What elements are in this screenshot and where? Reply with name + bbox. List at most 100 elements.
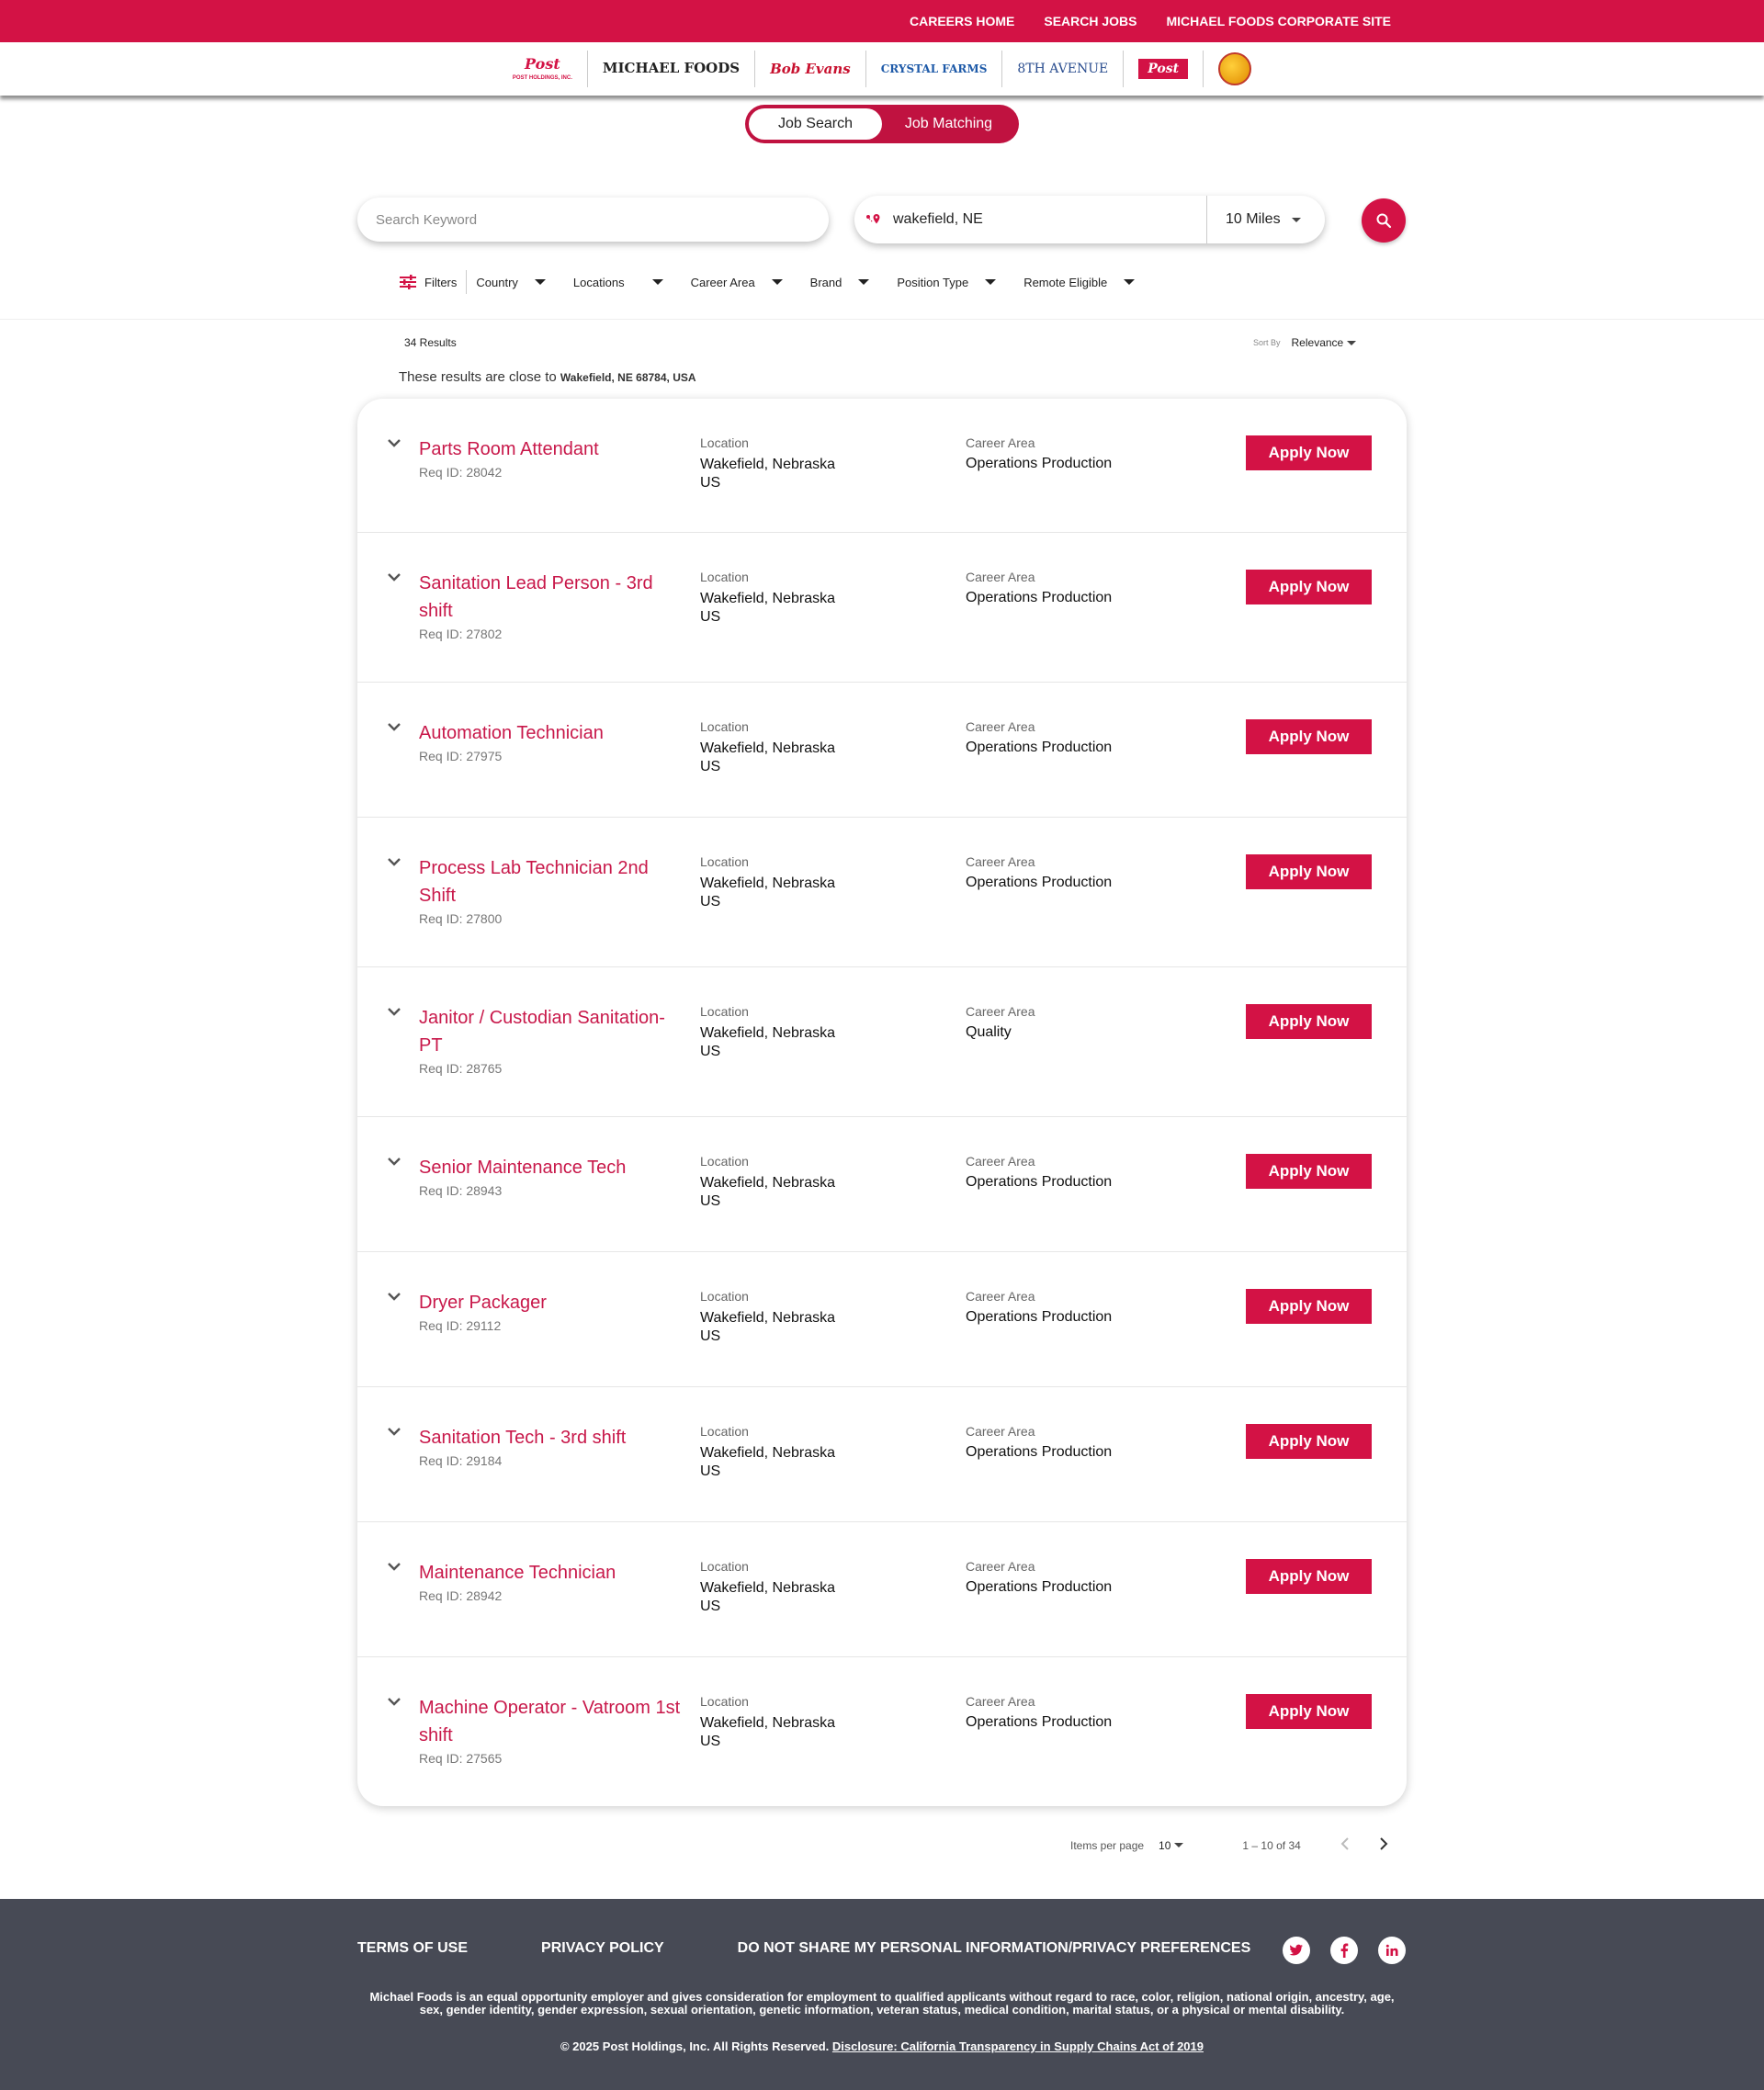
- linkedin-icon[interactable]: [1378, 1937, 1406, 1964]
- corporate-site-link[interactable]: MICHAEL FOODS CORPORATE SITE: [1167, 14, 1392, 28]
- twitter-icon[interactable]: [1283, 1937, 1310, 1964]
- career-area-label: Career Area: [966, 1559, 1035, 1574]
- job-career-area: Operations Production: [966, 590, 1113, 605]
- keyword-search-input[interactable]: [376, 211, 784, 228]
- next-page-button[interactable]: [1378, 1837, 1389, 1853]
- privacy-policy-link[interactable]: PRIVACY POLICY: [541, 1940, 664, 1957]
- job-row: Janitor / Custodian Sanitation-PT Req ID:…: [357, 967, 1407, 1117]
- country-filter-dropdown[interactable]: Country: [476, 276, 546, 289]
- do-not-share-link[interactable]: DO NOT SHARE MY PERSONAL INFORMATION/PRI…: [738, 1940, 1251, 1957]
- apply-now-button[interactable]: Apply Now: [1246, 719, 1372, 754]
- bob-evans-logo[interactable]: Bob Evans: [755, 51, 866, 87]
- terms-of-use-link[interactable]: TERMS OF USE: [357, 1940, 468, 1957]
- supply-chain-disclosure-link[interactable]: Disclosure: California Transparency in S…: [832, 2039, 1204, 2053]
- job-matching-toggle[interactable]: Job Matching: [882, 108, 1015, 140]
- expand-chevron-down-icon[interactable]: [387, 1289, 401, 1305]
- expand-chevron-down-icon[interactable]: [387, 1004, 401, 1021]
- job-search-toggle[interactable]: Job Search: [749, 108, 882, 140]
- michael-foods-logo[interactable]: MICHAEL FOODS: [588, 51, 756, 87]
- apply-now-button[interactable]: Apply Now: [1246, 854, 1372, 889]
- items-per-page-select[interactable]: 10: [1151, 1839, 1184, 1852]
- proximity-place: Wakefield, NE 68784, USA: [560, 371, 696, 384]
- job-title-link[interactable]: Senior Maintenance Tech: [419, 1154, 685, 1181]
- expand-chevron-down-icon[interactable]: [387, 1559, 401, 1576]
- expand-chevron-down-icon[interactable]: [387, 1154, 401, 1170]
- ball-brand-logo[interactable]: [1204, 51, 1266, 87]
- apply-now-button[interactable]: Apply Now: [1246, 1004, 1372, 1039]
- filters-label: Filters: [424, 275, 458, 289]
- location-pin-icon[interactable]: [854, 213, 893, 226]
- post-holdings-logo[interactable]: Post POST HOLDINGS, INC.: [498, 51, 588, 87]
- filters-button[interactable]: Filters: [399, 270, 468, 294]
- job-title-link[interactable]: Process Lab Technician 2nd Shift: [419, 854, 685, 909]
- michael-foods-logo-text: MICHAEL FOODS: [602, 60, 741, 77]
- expand-chevron-down-icon[interactable]: [387, 1694, 401, 1711]
- job-row: Parts Room Attendant Req ID: 28042 Locatio…: [357, 399, 1407, 533]
- job-title-link[interactable]: Maintenance Technician: [419, 1559, 685, 1587]
- job-title-link[interactable]: Sanitation Lead Person - 3rd shift: [419, 570, 685, 625]
- apply-now-button[interactable]: Apply Now: [1246, 1559, 1372, 1594]
- apply-now-button[interactable]: Apply Now: [1246, 1424, 1372, 1459]
- job-title-link[interactable]: Parts Room Attendant: [419, 435, 685, 463]
- apply-now-button[interactable]: Apply Now: [1246, 1694, 1372, 1729]
- job-location: Wakefield, Nebraska US: [700, 875, 835, 911]
- eighth-avenue-logo[interactable]: 8TH AVENUE: [1002, 51, 1125, 87]
- job-row: Senior Maintenance Tech Req ID: 28943 Loca…: [357, 1117, 1407, 1252]
- previous-page-button[interactable]: [1340, 1837, 1351, 1853]
- job-location-country: US: [700, 475, 721, 491]
- career-area-label: Career Area: [966, 1004, 1035, 1019]
- position-type-filter-dropdown[interactable]: Position Type: [897, 276, 997, 289]
- career-area-filter-dropdown[interactable]: Career Area: [691, 276, 783, 289]
- career-area-label: Career Area: [966, 1694, 1035, 1709]
- post-consumer-brands-logo[interactable]: Post: [1124, 51, 1204, 87]
- expand-chevron-down-icon[interactable]: [387, 719, 401, 736]
- eighth-avenue-logo-text: 8TH AVENUE: [1017, 62, 1109, 76]
- apply-now-button[interactable]: Apply Now: [1246, 1289, 1372, 1324]
- page-range: 1 – 10 of 34: [1242, 1838, 1301, 1852]
- location-input[interactable]: wakefield, NE: [893, 196, 1207, 243]
- location-label: Location: [700, 1559, 749, 1574]
- job-career-area: Operations Production: [966, 456, 1113, 471]
- apply-now-button[interactable]: Apply Now: [1246, 435, 1372, 470]
- sort-by-dropdown[interactable]: Sort By Relevance: [1253, 336, 1357, 349]
- remote-eligible-filter-dropdown[interactable]: Remote Eligible: [1023, 276, 1136, 289]
- job-title-link[interactable]: Dryer Packager: [419, 1289, 685, 1316]
- radius-caret-icon: [1291, 217, 1301, 222]
- locations-filter-dropdown[interactable]: Locations: [573, 276, 663, 289]
- radius-dropdown[interactable]: 10 Miles: [1207, 211, 1325, 228]
- chevron-left-icon: [1340, 1837, 1349, 1850]
- expand-chevron-down-icon[interactable]: [387, 854, 401, 871]
- filter-icon: [400, 275, 416, 289]
- expand-chevron-down-icon[interactable]: [387, 570, 401, 586]
- search-icon: [1376, 213, 1392, 229]
- search-row: wakefield, NE 10 Miles: [357, 196, 1407, 246]
- facebook-icon[interactable]: [1330, 1937, 1358, 1964]
- job-title-link[interactable]: Janitor / Custodian Sanitation-PT: [419, 1004, 685, 1059]
- job-location-city: Wakefield, Nebraska: [700, 1310, 836, 1326]
- expand-chevron-down-icon[interactable]: [387, 1424, 401, 1440]
- apply-now-button[interactable]: Apply Now: [1246, 1154, 1372, 1189]
- search-jobs-link[interactable]: SEARCH JOBS: [1044, 14, 1136, 28]
- apply-now-button[interactable]: Apply Now: [1246, 570, 1372, 604]
- job-title-link[interactable]: Automation Technician: [419, 719, 685, 747]
- careers-home-link[interactable]: CAREERS HOME: [910, 14, 1014, 28]
- ball-logo-icon: [1218, 52, 1252, 85]
- career-area-label: Career Area: [966, 1289, 1035, 1304]
- crystal-farms-logo-text: CRYSTAL FARMS: [880, 62, 988, 75]
- copyright-text: © 2025 Post Holdings, Inc. All Rights Re…: [560, 2039, 830, 2053]
- career-area-label: Career Area: [966, 719, 1035, 734]
- job-req-id: Req ID: 29112: [419, 1318, 502, 1333]
- post-logo-text: Post: [525, 55, 560, 73]
- job-location-city: Wakefield, Nebraska: [700, 740, 836, 756]
- job-title-link[interactable]: Sanitation Tech - 3rd shift: [419, 1424, 685, 1452]
- crystal-farms-logo[interactable]: CRYSTAL FARMS: [866, 51, 1003, 87]
- job-location-city: Wakefield, Nebraska: [700, 457, 836, 472]
- search-button[interactable]: [1362, 198, 1406, 243]
- job-title-link[interactable]: Machine Operator - Vatroom 1st shift: [419, 1694, 685, 1749]
- page-nav: [1340, 1837, 1389, 1853]
- caret-down-icon: [1124, 279, 1136, 285]
- brand-filter-dropdown[interactable]: Brand: [810, 276, 870, 289]
- filter-row: Filters Country Locations Career Area Br…: [399, 270, 1153, 294]
- job-req-id: Req ID: 27800: [419, 911, 503, 926]
- expand-chevron-down-icon[interactable]: [387, 435, 401, 452]
